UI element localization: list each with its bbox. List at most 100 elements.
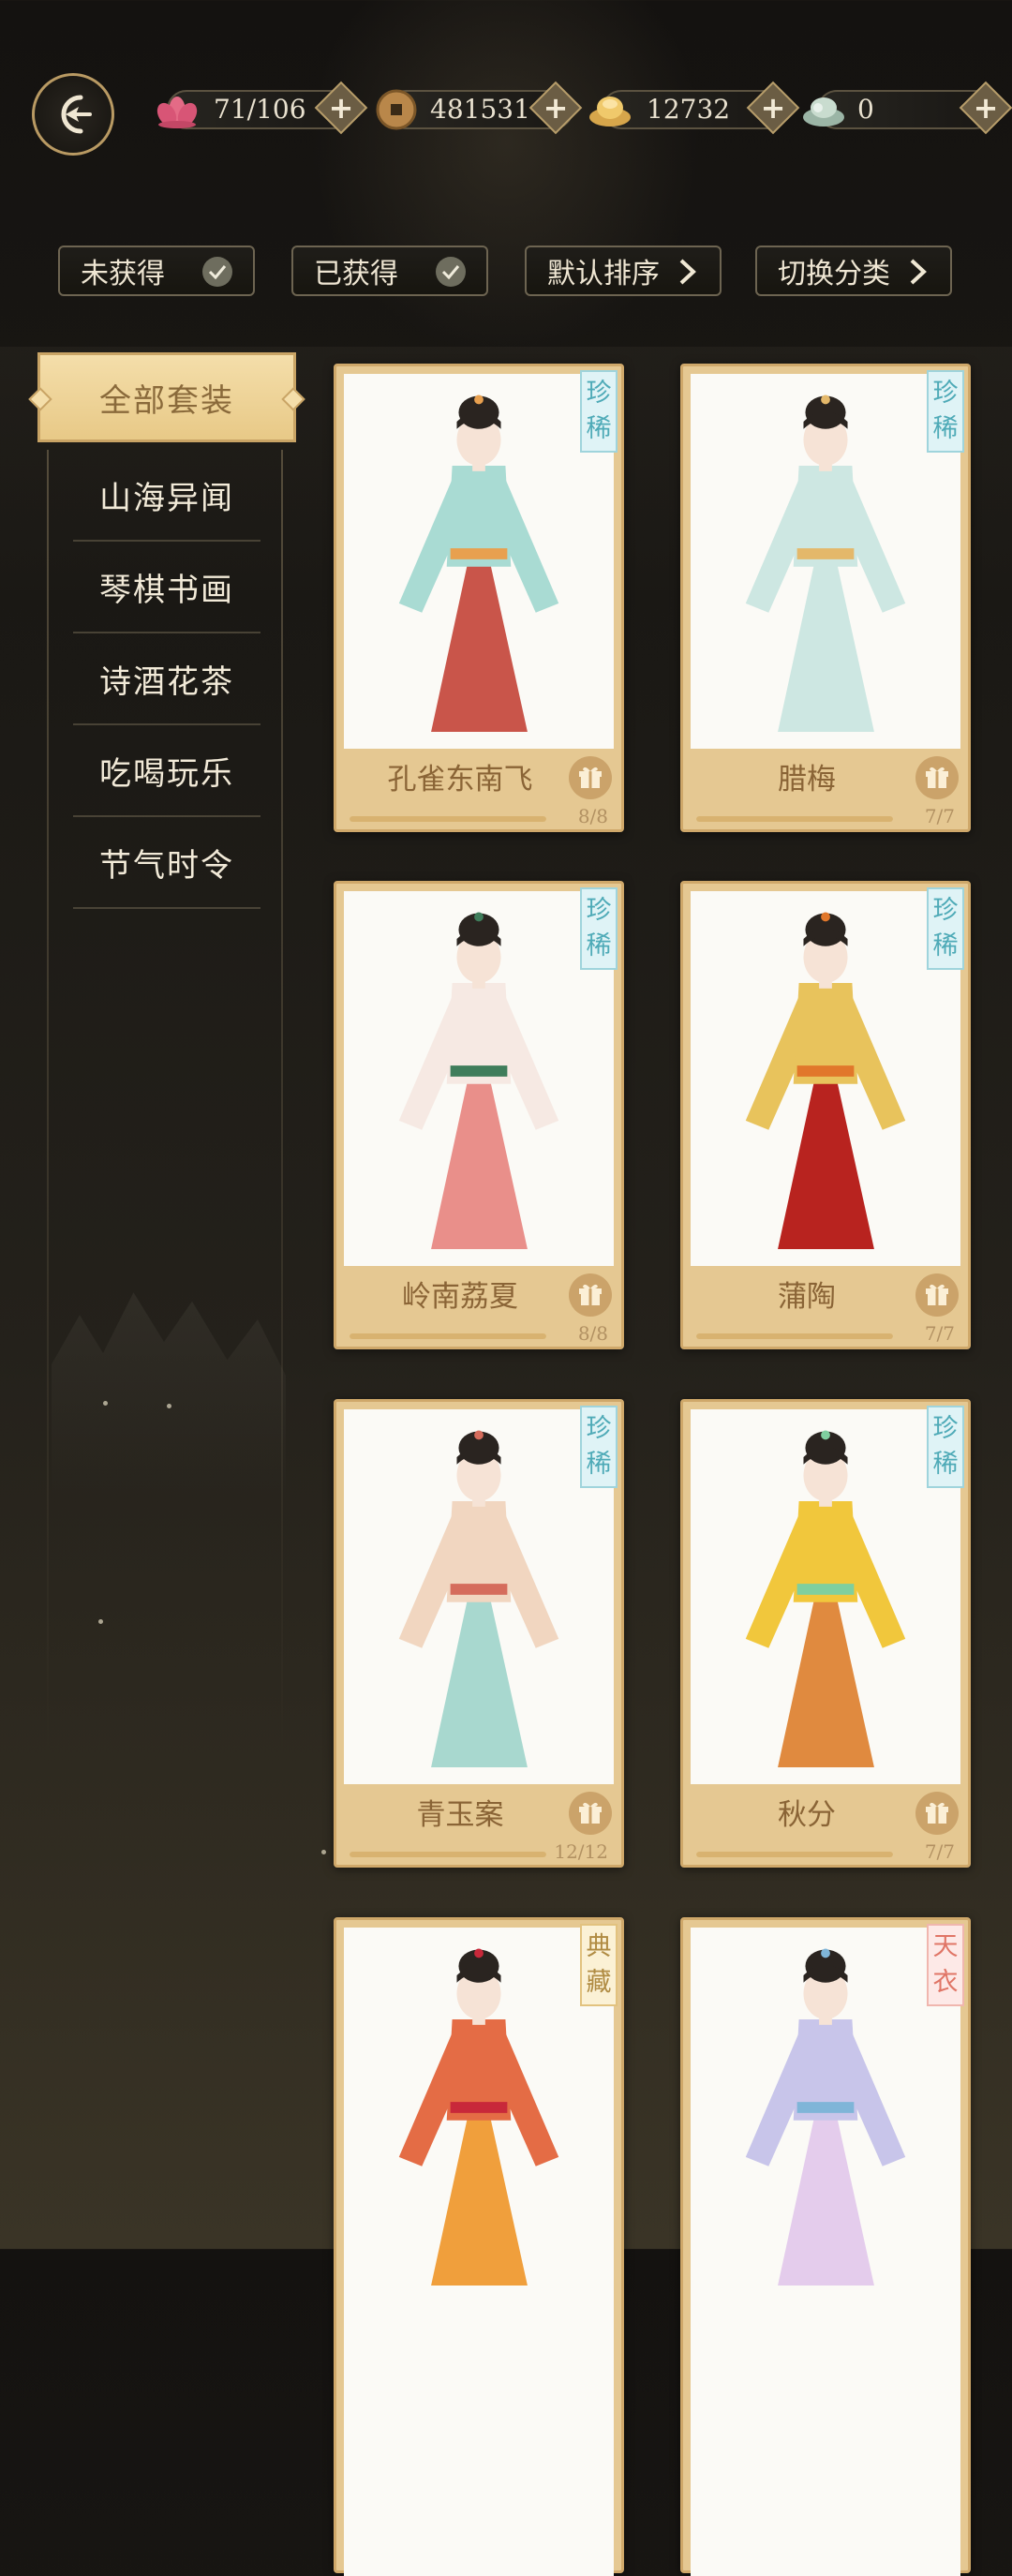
figure-part [472,462,485,471]
chevron-right-icon [903,257,933,287]
category-item[interactable]: 吃喝玩乐 [73,725,260,817]
figure-part [796,548,855,559]
figure-part [474,912,484,922]
outfit-name: 岭南荔夏 [402,1280,518,1314]
category-item[interactable]: 山海异闻 [73,450,260,542]
figure-part [821,912,830,922]
outfit-name: 青玉案 [416,1798,504,1832]
figure-part [821,1430,830,1440]
collection-progress-text: 7/7 [924,1322,955,1345]
outfit-image [691,891,960,1266]
figure-part [821,395,830,405]
rarity-badge: 珍稀 [580,887,618,970]
copper-coin-icon [371,84,422,135]
category-item[interactable]: 琴棋书画 [73,542,260,633]
plus-icon: + [760,90,786,126]
character-illustration [745,912,906,1250]
figure-part [796,1065,855,1077]
gift-icon[interactable] [569,1273,612,1317]
jade-value: 0 [857,94,874,125]
figure-part [821,1948,830,1958]
outfit-card[interactable]: 珍稀青玉案 12/12 [334,1399,624,1868]
collection-progress-bar [350,816,546,822]
outfit-card[interactable]: 珍稀孔雀东南飞 8/8 [334,364,624,832]
character-illustration [398,1430,559,1768]
category-all-outfits[interactable]: 全部套装 [28,352,305,442]
rarity-badge: 珍稀 [580,1406,618,1488]
outfit-card[interactable]: 天衣 [680,1917,971,2576]
gold-ingot-icon [585,84,635,135]
figure-part [450,1584,508,1595]
sparkle [167,1404,171,1408]
figure-part [819,462,832,471]
progress-fill [350,1333,546,1339]
outfit-card[interactable]: 珍稀秋分 7/7 [680,1399,971,1868]
category-label: 山海异闻 [99,479,234,517]
category-label: 琴棋书画 [99,571,234,609]
character-illustration [745,1948,906,2286]
jade-ingot-icon [798,84,849,135]
outfit-image [691,1409,960,1784]
rarity-badge: 珍稀 [927,370,964,453]
collection-progress-bar [696,1852,893,1857]
gift-icon[interactable] [569,1792,612,1835]
figure-part [472,979,485,989]
sort-label: 默认排序 [547,258,660,290]
outfit-image [691,374,960,749]
progress-fill [696,1852,893,1857]
sparkle [321,1850,326,1854]
outfit-card[interactable]: 珍稀岭南荔夏 8/8 [334,881,624,1349]
category-item[interactable]: 节气时令 [73,817,260,909]
back-arrow-icon [61,95,92,134]
collection-progress-text: 7/7 [924,805,955,827]
plus-icon: + [973,90,999,126]
outfit-name: 腊梅 [778,763,836,797]
category-active-label: 全部套装 [99,381,234,420]
collection-progress-bar [350,1852,546,1857]
not-obtained-filter[interactable]: 未获得 [58,246,255,296]
figure-part [450,548,508,559]
gift-icon[interactable] [915,1273,959,1317]
figure-part [796,2102,855,2113]
back-button[interactable] [32,73,114,156]
outfit-image [344,1928,614,2576]
sort-button[interactable]: 默认排序 [525,246,722,296]
obtained-filter[interactable]: 已获得 [291,246,488,296]
category-label: 吃喝玩乐 [99,754,234,793]
character-illustration [745,395,906,733]
collection-progress-bar [350,1333,546,1339]
outfit-image [344,1409,614,1784]
switch-category-button[interactable]: 切换分类 [755,246,952,296]
progress-fill [350,816,546,822]
collection-progress-text: 12/12 [554,1840,608,1863]
outfit-card[interactable]: 珍稀腊梅 7/7 [680,364,971,832]
outfit-card[interactable]: 典藏 [334,1917,624,2576]
collection-progress-text: 8/8 [577,805,608,827]
progress-fill [350,1852,546,1857]
character-illustration [745,1430,906,1768]
gift-icon[interactable] [569,756,612,799]
collection-progress-text: 8/8 [577,1322,608,1345]
rarity-badge: 天衣 [927,1924,964,2006]
outfit-name: 蒲陶 [778,1280,836,1314]
rarity-badge: 珍稀 [927,887,964,970]
copper-value: 481531 [430,94,530,125]
outfit-image [344,891,614,1266]
gift-icon[interactable] [915,1792,959,1835]
figure-part [796,1584,855,1595]
figure-part [819,979,832,989]
collection-progress-bar [696,1333,893,1339]
outfit-card[interactable]: 珍稀蒲陶 7/7 [680,881,971,1349]
figure-part [474,1948,484,1958]
outfit-image [691,1928,960,2576]
figure-part [472,1497,485,1507]
gift-icon[interactable] [915,756,959,799]
rarity-badge: 珍稀 [927,1406,964,1488]
figure-part [472,2016,485,2025]
character-illustration [398,912,559,1250]
check-icon [202,257,232,287]
character-illustration [398,1948,559,2286]
check-icon [436,257,466,287]
category-item[interactable]: 诗酒花茶 [73,633,260,725]
switch-category-label: 切换分类 [778,258,890,290]
